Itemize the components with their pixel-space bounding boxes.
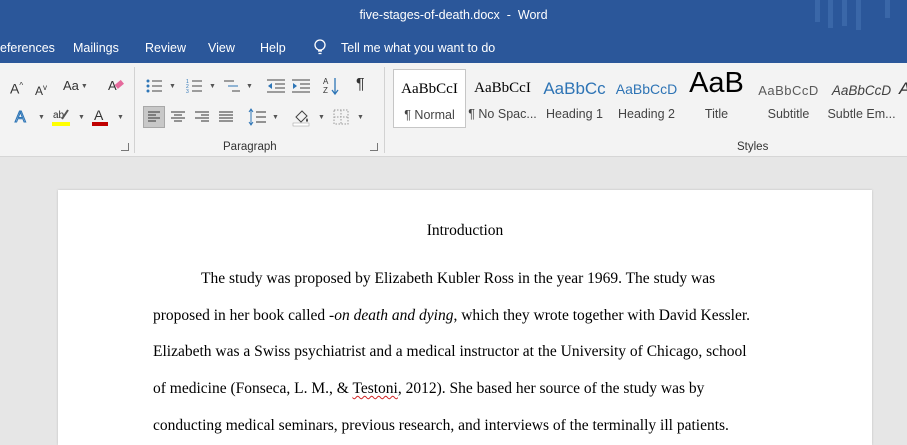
- chevron-down-icon[interactable]: ▼: [318, 114, 325, 121]
- style-name: ¶ No Spac...: [468, 107, 537, 121]
- title-decoration: [885, 0, 890, 18]
- more-styles-peek[interactable]: A: [899, 79, 907, 99]
- chevron-down-icon[interactable]: ▼: [117, 114, 124, 121]
- svg-text:A: A: [15, 109, 26, 125]
- style-no-spacing[interactable]: AaBbCcI ¶ No Spac...: [466, 69, 539, 128]
- style-preview: AaBbCcI: [401, 81, 458, 97]
- app-name: Word: [517, 8, 548, 22]
- line-spacing-icon[interactable]: [248, 108, 266, 126]
- increase-indent-icon[interactable]: [292, 78, 310, 94]
- tell-me-search[interactable]: Tell me what you want to do: [341, 41, 495, 55]
- book-title: on death and dying: [334, 307, 454, 324]
- document-name: five-stages-of-death.docx: [359, 8, 500, 22]
- style-preview: AaBbCcD: [831, 83, 892, 98]
- style-preview: AaBbCcI: [474, 80, 531, 96]
- font-dialog-launcher[interactable]: [121, 143, 129, 151]
- borders-icon[interactable]: [333, 109, 349, 125]
- style-name: Subtle Em...: [827, 107, 896, 121]
- sort-icon[interactable]: A Z: [323, 76, 339, 96]
- tab-mailings[interactable]: Mailings: [73, 41, 119, 55]
- bullets-icon[interactable]: [146, 78, 162, 94]
- paragraph-dialog-launcher[interactable]: [370, 143, 378, 151]
- style-name: ¶ Normal: [404, 108, 455, 122]
- spelling-error-word[interactable]: Testoni: [352, 380, 397, 397]
- style-name: Subtitle: [767, 107, 810, 121]
- grow-font-button[interactable]: A^: [10, 77, 23, 98]
- tab-help[interactable]: Help: [260, 41, 286, 55]
- chevron-down-icon[interactable]: ▼: [38, 114, 45, 121]
- text-run: of medicine (Fonseca, L. M., &: [153, 380, 353, 397]
- grow-font-label: A: [10, 80, 20, 97]
- highlight-color-icon[interactable]: ab: [51, 106, 73, 128]
- style-name: Heading 2: [618, 107, 675, 121]
- multilevel-list-icon[interactable]: [224, 78, 240, 94]
- style-normal[interactable]: AaBbCcI ¶ Normal: [393, 69, 466, 128]
- change-case-label: Aa: [63, 78, 79, 93]
- chevron-down-icon[interactable]: ▼: [169, 83, 176, 90]
- show-formatting-marks-button[interactable]: ¶: [356, 76, 365, 94]
- font-color-icon[interactable]: A: [91, 106, 111, 128]
- decrease-indent-icon[interactable]: [267, 78, 285, 94]
- title-bar: five-stages-of-death.docx - Word: [0, 0, 907, 33]
- change-case-button[interactable]: Aa ▼: [63, 77, 88, 96]
- styles-group-label: Styles: [737, 141, 769, 153]
- tab-review[interactable]: Review: [145, 41, 186, 55]
- chevron-down-icon[interactable]: ▼: [272, 114, 279, 121]
- style-preview: AaB: [689, 67, 744, 99]
- document-page[interactable]: Introduction The study was proposed by E…: [58, 190, 872, 445]
- style-heading-2[interactable]: AaBbCcD Heading 2: [610, 69, 683, 128]
- paragraph-line-5: conducting medical seminars, previous re…: [153, 417, 729, 434]
- title-decoration: [828, 0, 833, 28]
- paragraph-line-3: Elizabeth was a Swiss psychiatrist and a…: [153, 343, 747, 360]
- pilcrow-icon: ¶: [356, 76, 365, 93]
- chevron-down-icon[interactable]: ▼: [246, 83, 253, 90]
- style-preview: AaBbCcD: [615, 81, 678, 97]
- chevron-down-icon[interactable]: ▼: [357, 114, 364, 121]
- style-preview: AaBbCc: [543, 79, 606, 98]
- shading-icon[interactable]: [292, 107, 312, 127]
- style-subtle-emphasis[interactable]: AaBbCcD Subtle Em...: [825, 69, 898, 128]
- svg-text:3: 3: [186, 89, 189, 94]
- text-run: , 2012). She based her source of the stu…: [397, 380, 705, 397]
- align-left-icon: [148, 111, 160, 122]
- numbering-icon[interactable]: 1 2 3: [186, 78, 202, 94]
- chevron-down-icon[interactable]: ▼: [209, 83, 216, 90]
- align-right-icon[interactable]: [194, 109, 210, 125]
- paragraph-group-label: Paragraph: [223, 141, 277, 153]
- align-left-button[interactable]: [143, 106, 165, 128]
- group-separator: [384, 67, 385, 153]
- ribbon-tabs: eferences Mailings Review View Help Tell…: [0, 33, 907, 63]
- style-title[interactable]: AaB Title: [680, 67, 753, 128]
- justify-icon[interactable]: [218, 109, 234, 125]
- text-run: , which they wrote together with David K…: [453, 307, 751, 324]
- lightbulb-icon[interactable]: [313, 38, 327, 56]
- style-subtitle[interactable]: AaBbCcD Subtitle: [752, 69, 825, 128]
- svg-text:A: A: [323, 77, 329, 86]
- text-run: proposed in her book called -: [153, 307, 335, 324]
- style-name: Title: [704, 107, 729, 121]
- paragraph-line-1: The study was proposed by Elizabeth Kubl…: [201, 270, 716, 287]
- paragraph-line-2: proposed in her book called -on death an…: [153, 307, 750, 325]
- paragraph-line-4: of medicine (Fonseca, L. M., & Testoni, …: [153, 380, 704, 398]
- style-name: Heading 1: [546, 107, 603, 121]
- title-decoration: [815, 0, 820, 22]
- tab-references[interactable]: eferences: [0, 41, 55, 55]
- style-heading-1[interactable]: AaBbCc Heading 1: [538, 69, 611, 128]
- shrink-font-button[interactable]: Av: [35, 79, 47, 100]
- title-separator: -: [506, 8, 511, 22]
- svg-text:Z: Z: [323, 86, 328, 95]
- title-decoration: [842, 0, 847, 26]
- tab-view[interactable]: View: [208, 41, 235, 55]
- svg-text:A: A: [94, 107, 104, 123]
- text-effects-icon[interactable]: A: [14, 107, 32, 125]
- shrink-font-label: A: [35, 84, 44, 98]
- style-preview: AaBbCcD: [758, 83, 819, 98]
- align-center-icon[interactable]: [170, 109, 186, 125]
- clear-formatting-icon[interactable]: A: [108, 76, 124, 94]
- title-decoration: [856, 0, 861, 30]
- group-separator: [134, 67, 135, 153]
- window-title: five-stages-of-death.docx - Word: [0, 8, 907, 22]
- page-heading: Introduction: [426, 222, 504, 239]
- chevron-down-icon[interactable]: ▼: [78, 114, 85, 121]
